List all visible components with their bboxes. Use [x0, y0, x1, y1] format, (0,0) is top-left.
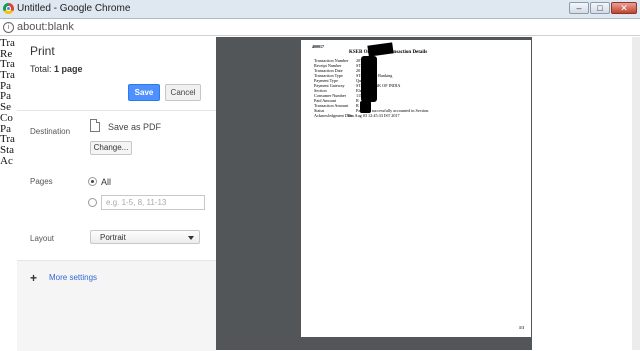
plus-icon[interactable]: +	[30, 272, 37, 284]
layout-label: Layout	[30, 234, 55, 243]
chrome-logo-icon	[3, 3, 14, 14]
total-value: 1 page	[54, 64, 83, 74]
preview-code: 400017	[312, 44, 324, 49]
layout-select[interactable]: Portrait	[90, 230, 200, 244]
pages-range-input[interactable]: e.g. 1-5, 8, 11-13	[101, 195, 205, 210]
change-destination-button[interactable]: Change...	[90, 141, 132, 155]
preview-page-number: 1/1	[519, 325, 525, 330]
layout-value: Portrait	[100, 233, 126, 242]
preview-page: 400017 KSEB Online P , Transaction Detai…	[301, 40, 531, 337]
print-dialog: Print Total: 1 page Save Cancel Destinat…	[17, 37, 217, 351]
maximize-button[interactable]: □	[590, 2, 610, 14]
cancel-button[interactable]: Cancel	[165, 84, 201, 101]
print-preview-area: 400017 KSEB Online P , Transaction Detai…	[216, 37, 532, 350]
background-page-text: Tra Re Tra Tra Pa Pa Se Co Pa Tra Sta Ac	[0, 38, 16, 166]
divider	[17, 110, 216, 111]
minimize-button[interactable]: –	[569, 2, 589, 14]
preview-scrollbar[interactable]	[632, 37, 640, 350]
total-pages: Total: 1 page	[30, 64, 83, 74]
background-line: Sta	[0, 143, 15, 156]
destination-value: Save as PDF	[108, 122, 162, 132]
more-settings-link[interactable]: More settings	[49, 273, 97, 282]
close-button[interactable]: ✕	[611, 2, 637, 14]
pages-all-label[interactable]: All	[101, 177, 111, 187]
pages-label: Pages	[30, 177, 53, 186]
pages-all-radio[interactable]	[88, 177, 97, 186]
save-button[interactable]: Save	[128, 84, 160, 101]
preview-row-value: Thu Aug 03 12:45:33 IST 2017	[347, 113, 400, 118]
print-title: Print	[30, 44, 55, 58]
redaction-mark	[361, 56, 377, 102]
more-settings-section: + More settings	[17, 260, 216, 351]
destination-label: Destination	[30, 127, 71, 136]
window-title: Untitled - Google Chrome	[17, 3, 131, 14]
address-bar[interactable]: i about:blank	[0, 19, 640, 36]
info-icon[interactable]: i	[3, 22, 14, 33]
chevron-down-icon	[188, 236, 194, 240]
background-line: Co	[0, 111, 13, 124]
redaction-mark	[360, 101, 371, 113]
document-icon	[90, 119, 100, 132]
title-bar: Untitled - Google Chrome – □ ✕	[0, 0, 640, 19]
background-line: Ac	[0, 154, 13, 167]
address-url[interactable]: about:blank	[17, 21, 74, 33]
pages-range-radio[interactable]	[88, 198, 97, 207]
total-label: Total:	[30, 64, 52, 74]
